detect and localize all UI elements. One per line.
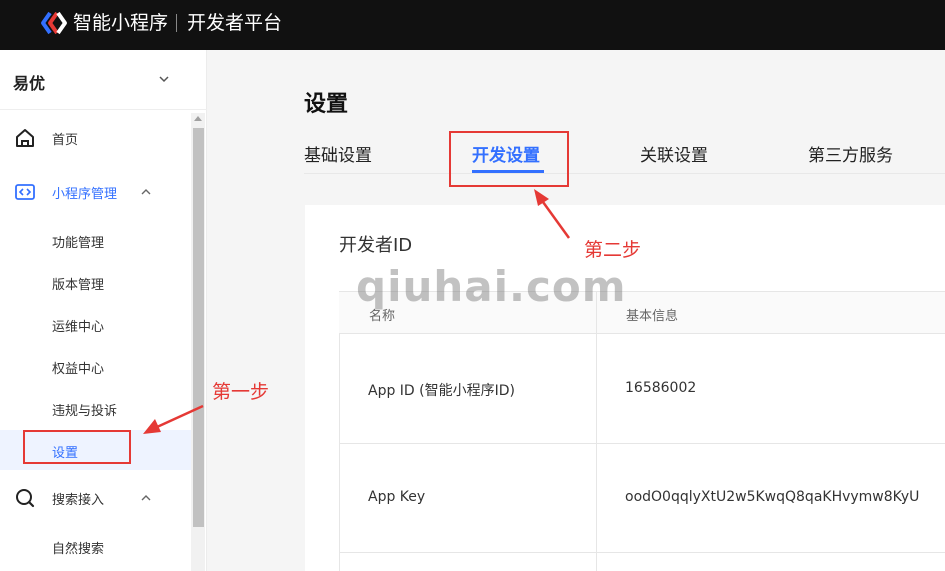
chevron-up-icon [141,495,151,501]
platform-name: 开发者平台 [187,12,283,34]
step1-annotation: 第一步 [212,381,270,403]
scroll-thumb[interactable] [193,128,204,527]
account-switcher[interactable]: 易优 [0,50,207,110]
sidebar-item-label: 搜索接入 [52,493,105,508]
sidebar-subitem-rights-center[interactable]: 权益中心 [0,346,191,386]
sidebar-subitem-label: 自然搜索 [52,542,105,557]
tab-linked-settings[interactable]: 关联设置 [640,141,708,166]
search-icon [16,489,35,508]
sidebar-subitem-label: 版本管理 [52,278,105,293]
sidebar-subitem-label: 功能管理 [52,236,105,251]
step2-annotation: 第二步 [584,239,642,261]
row-divider [339,552,945,553]
tabs-divider [304,173,945,174]
sidebar-item-mini-program-mgmt[interactable]: 小程序管理 [0,172,191,212]
step1-highlight-box [23,430,131,464]
table-cell-app-key-label: App Key [368,489,426,505]
table-cell-app-key-value: oodO0qqlyXtU2w5KwqQ8qaKHvymw8KyU [625,489,920,505]
page-title: 设置 [304,92,349,117]
sidebar-subitem-ops-center[interactable]: 运维中心 [0,304,191,344]
sidebar-subitem-violations[interactable]: 违规与投诉 [0,388,191,428]
brand-divider [176,14,177,32]
account-name: 易优 [13,74,46,93]
top-bar: 智能小程序 开发者平台 [0,0,945,50]
sidebar-item-home[interactable]: 首页 [0,118,191,158]
sidebar-item-label: 首页 [52,133,79,148]
watermark: qiuhai.com [356,262,627,311]
brand-name[interactable]: 智能小程序 [73,11,168,35]
home-icon [16,129,34,147]
sidebar: 易优 首页 小程序管理 功能管理 版本管理 运维中心 权益中心 违规与投诉 设置… [0,50,207,571]
chevron-down-icon [159,76,169,83]
step2-highlight-box [449,131,569,187]
table-cell-app-id-value: 16586002 [625,380,697,396]
card-title: 开发者ID [339,235,413,256]
chevron-up-icon [141,189,151,195]
row-divider [339,443,945,444]
column-divider [596,292,597,571]
table-cell-app-id-label: App ID (智能小程序ID) [368,383,515,399]
tab-basic-settings[interactable]: 基础设置 [304,141,372,166]
sidebar-subitem-label: 权益中心 [52,362,105,377]
sidebar-subitem-natural-search[interactable]: 自然搜索 [0,526,191,566]
sidebar-item-label: 小程序管理 [52,187,118,202]
scroll-up-icon[interactable] [193,114,203,122]
sidebar-subitem-function-mgmt[interactable]: 功能管理 [0,220,191,260]
sidebar-item-search-access[interactable]: 搜索接入 [0,478,191,518]
column-header-info: 基本信息 [626,309,679,324]
sidebar-subitem-version-mgmt[interactable]: 版本管理 [0,262,191,302]
sidebar-subitem-label: 运维中心 [52,320,105,335]
tab-third-party-services[interactable]: 第三方服务 [808,141,893,166]
sidebar-subitem-label: 违规与投诉 [52,404,118,419]
code-icon [15,184,35,200]
logo-icon [41,11,67,35]
